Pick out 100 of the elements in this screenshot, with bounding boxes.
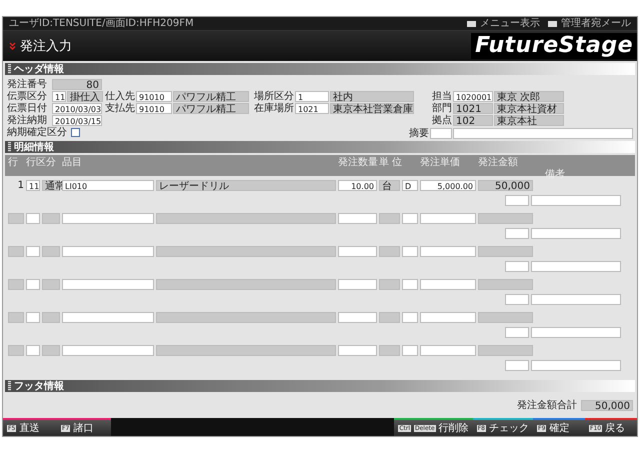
field-label: 伝票区分 bbox=[7, 90, 48, 102]
input-field[interactable] bbox=[531, 360, 621, 371]
display-field: レーザードリル bbox=[156, 180, 336, 191]
input-field[interactable]: 1021 bbox=[295, 102, 329, 114]
display-field bbox=[379, 345, 400, 356]
input-field[interactable] bbox=[531, 195, 621, 206]
window-icon bbox=[467, 20, 476, 26]
column-header: 品目 bbox=[62, 157, 83, 169]
input-field[interactable] bbox=[420, 279, 476, 290]
input-field[interactable] bbox=[531, 261, 621, 272]
menu-link[interactable]: 管理者宛メール bbox=[548, 18, 631, 29]
chevron-icon bbox=[9, 42, 16, 50]
column-header: 単 位 bbox=[379, 157, 404, 169]
input-field[interactable] bbox=[453, 128, 633, 139]
input-field[interactable] bbox=[402, 246, 418, 257]
input-field[interactable]: 1 bbox=[295, 90, 329, 102]
input-field[interactable] bbox=[505, 327, 529, 338]
input-field[interactable]: 11 bbox=[26, 180, 40, 191]
input-field[interactable]: 5,000.00 bbox=[420, 180, 476, 191]
field-label: 拠点 bbox=[431, 114, 452, 126]
display-field bbox=[42, 279, 60, 290]
input-field[interactable]: 11 bbox=[52, 90, 66, 102]
input-field[interactable] bbox=[26, 213, 40, 224]
input-field[interactable] bbox=[26, 345, 40, 356]
input-field[interactable] bbox=[505, 261, 529, 272]
input-field[interactable]: 2010/03/03 bbox=[52, 102, 102, 114]
field-label: 伝票日付 bbox=[7, 102, 48, 114]
input-field[interactable] bbox=[338, 312, 377, 323]
input-field[interactable] bbox=[531, 327, 621, 338]
display-field: 東京 次郎 bbox=[494, 90, 564, 102]
input-field[interactable]: 91010 bbox=[136, 102, 172, 114]
input-field[interactable] bbox=[402, 345, 418, 356]
input-field[interactable] bbox=[430, 128, 452, 139]
section-title: 明細情報 bbox=[14, 142, 54, 152]
input-field[interactable] bbox=[62, 312, 154, 323]
input-field[interactable] bbox=[62, 279, 154, 290]
input-field[interactable] bbox=[420, 312, 476, 323]
input-field[interactable]: 1020001 bbox=[453, 90, 493, 102]
display-field bbox=[8, 312, 24, 323]
user-info: ユーザID:TENSUITE/画面ID:HFH209FM bbox=[9, 18, 194, 29]
input-field[interactable] bbox=[26, 312, 40, 323]
column-header: 行区分 bbox=[26, 157, 57, 169]
field-label: 仕入先 bbox=[104, 90, 135, 102]
input-field[interactable] bbox=[338, 213, 377, 224]
field-label: 在庫場所 bbox=[253, 102, 294, 114]
input-field[interactable] bbox=[505, 228, 529, 239]
display-field bbox=[42, 246, 60, 257]
input-field[interactable] bbox=[62, 213, 154, 224]
input-field[interactable] bbox=[402, 213, 418, 224]
input-field[interactable]: D bbox=[402, 180, 418, 191]
input-field[interactable] bbox=[338, 345, 377, 356]
input-field[interactable] bbox=[26, 246, 40, 257]
display-field: 80 bbox=[52, 78, 102, 90]
input-field[interactable] bbox=[402, 312, 418, 323]
display-field bbox=[8, 213, 24, 224]
input-field[interactable] bbox=[420, 246, 476, 257]
display-field bbox=[478, 312, 533, 323]
display-field bbox=[8, 246, 24, 257]
display-field: 1021 bbox=[453, 102, 493, 114]
display-field: パワフル精工 bbox=[173, 90, 249, 102]
input-field[interactable] bbox=[420, 213, 476, 224]
display-field: パワフル精工 bbox=[173, 102, 249, 114]
display-field: 掛仕入 bbox=[67, 90, 103, 102]
menu-link[interactable]: メニュー表示 bbox=[467, 18, 540, 29]
display-field: 50,000 bbox=[478, 180, 533, 191]
display-field bbox=[478, 213, 533, 224]
input-field[interactable] bbox=[531, 228, 621, 239]
logo: FutureStage bbox=[471, 33, 637, 59]
display-field bbox=[42, 312, 60, 323]
field-label: 部門 bbox=[431, 102, 452, 114]
window-icon bbox=[548, 20, 557, 26]
display-field bbox=[8, 345, 24, 356]
section-title: フッタ情報 bbox=[14, 380, 64, 392]
column-header: 発注数量 bbox=[338, 157, 377, 169]
display-field: 102 bbox=[453, 114, 493, 126]
column-header: 発注単価 bbox=[420, 157, 461, 169]
display-field: 社内 bbox=[330, 90, 414, 102]
input-field[interactable] bbox=[402, 279, 418, 290]
input-field[interactable] bbox=[338, 279, 377, 290]
input-field[interactable]: 2010/03/15 bbox=[52, 114, 102, 126]
display-field: 東京本社 bbox=[494, 114, 564, 126]
display-field bbox=[379, 312, 400, 323]
input-field[interactable] bbox=[505, 360, 529, 371]
input-field[interactable] bbox=[420, 345, 476, 356]
input-field[interactable] bbox=[505, 294, 529, 305]
column-header: 行 bbox=[8, 157, 19, 169]
input-field[interactable] bbox=[505, 195, 529, 206]
field-label: 場所区分 bbox=[253, 90, 294, 102]
checkbox[interactable] bbox=[71, 128, 80, 136]
input-field[interactable] bbox=[26, 279, 40, 290]
input-field[interactable] bbox=[62, 246, 154, 257]
input-field[interactable] bbox=[531, 294, 621, 305]
input-field[interactable]: LI010 bbox=[62, 180, 154, 191]
input-field[interactable] bbox=[62, 345, 154, 356]
column-header: 発注金額 bbox=[478, 157, 519, 169]
display-field bbox=[42, 345, 60, 356]
input-field[interactable]: 10.00 bbox=[338, 180, 377, 191]
display-field bbox=[379, 213, 400, 224]
input-field[interactable] bbox=[338, 246, 377, 257]
input-field[interactable]: 91010 bbox=[136, 90, 172, 102]
